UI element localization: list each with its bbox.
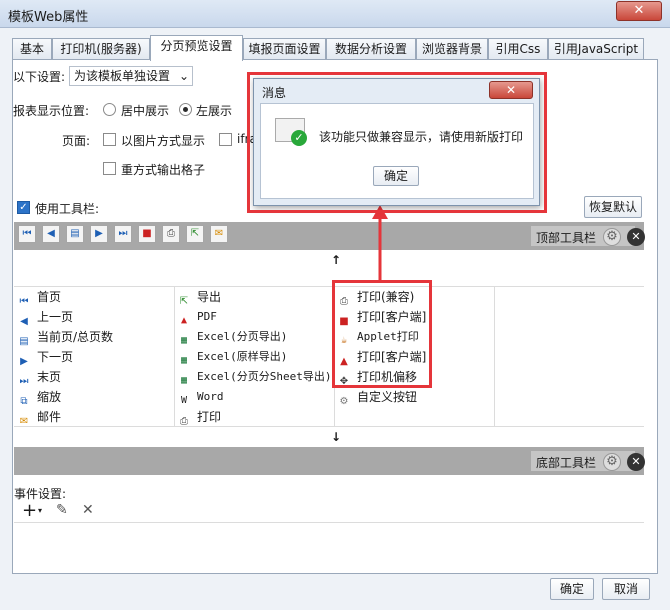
- dialog-highlight-box: [247, 72, 547, 213]
- list-item[interactable]: ⏭ 末页: [17, 367, 62, 387]
- flash-print-icon[interactable]: ■: [138, 225, 156, 243]
- bottom-toolbar-label: 底部工具栏: [536, 456, 597, 470]
- grid-line: [174, 286, 175, 426]
- repeat-grid-label: 重方式输出格子: [121, 163, 206, 177]
- tab-printer-server[interactable]: 打印机(服务器): [52, 38, 150, 60]
- list-item[interactable]: ▦ Excel(原样导出): [177, 347, 287, 367]
- list-item[interactable]: ⚙ 自定义按钮: [337, 387, 418, 407]
- left-radio[interactable]: [179, 103, 192, 116]
- window-close-button[interactable]: ✕: [616, 1, 662, 21]
- item-label: Excel(分页导出): [197, 330, 288, 343]
- item-label: 缩放: [37, 390, 62, 404]
- list-item[interactable]: ◀ 上一页: [17, 307, 73, 327]
- center-radio[interactable]: [103, 103, 116, 116]
- use-toolbar-label: 使用工具栏:: [35, 202, 100, 216]
- list-item[interactable]: W Word: [177, 387, 224, 407]
- pdf-icon: ▲: [180, 315, 188, 326]
- item-label: 打印: [197, 410, 222, 424]
- item-label: 当前页/总页数: [37, 330, 114, 344]
- image-mode-label: 以图片方式显示: [121, 134, 206, 148]
- tab-fill-page[interactable]: 填报页面设置: [243, 38, 326, 60]
- list-item[interactable]: ⧉ 缩放: [17, 387, 61, 407]
- list-item[interactable]: ⏮ 首页: [17, 287, 62, 307]
- word-icon: W: [180, 395, 188, 406]
- scope-select[interactable]: 为该模板单独设置 ⌄: [69, 66, 193, 86]
- grid-line: [14, 426, 644, 427]
- connector-arrow: [372, 205, 388, 281]
- first-page-icon[interactable]: ⏮: [18, 225, 36, 243]
- iframe-checkbox[interactable]: [219, 133, 232, 146]
- cancel-button[interactable]: 取消: [602, 578, 650, 600]
- list-item[interactable]: ⇱ 导出: [177, 287, 221, 307]
- excel-icon: ▦: [180, 375, 188, 386]
- tab-page-preview[interactable]: 分页预览设置: [150, 35, 243, 61]
- restore-default-button[interactable]: 恢复默认: [584, 196, 642, 218]
- item-label: 上一页: [37, 310, 74, 324]
- gear-icon[interactable]: ⚙: [603, 228, 621, 246]
- item-label: Word: [197, 390, 224, 403]
- page-label: 页面:: [62, 134, 91, 148]
- left-label: 左展示: [196, 104, 233, 118]
- arrow-down-icon[interactable]: ↓: [331, 430, 341, 444]
- excel-icon: ▦: [180, 335, 188, 346]
- ok-button[interactable]: 确定: [550, 578, 594, 600]
- delete-icon[interactable]: ✕: [82, 502, 94, 518]
- repeat-grid-checkbox[interactable]: [103, 162, 116, 175]
- scope-select-value: 为该模板单独设置: [74, 69, 171, 83]
- prev-page-icon[interactable]: ◀: [42, 225, 60, 243]
- use-toolbar-checkbox[interactable]: ✓: [17, 201, 30, 214]
- position-label: 报表显示位置:: [13, 104, 90, 118]
- excel-icon: ▦: [180, 355, 188, 366]
- divider: [14, 522, 644, 523]
- image-mode-checkbox[interactable]: [103, 133, 116, 146]
- last-page-icon[interactable]: ⏭: [114, 225, 132, 243]
- item-label: 下一页: [37, 350, 74, 364]
- print-icon[interactable]: ⎙: [162, 225, 180, 243]
- scope-label: 以下设置:: [13, 70, 66, 84]
- tab-basic[interactable]: 基本: [12, 38, 52, 60]
- list-item[interactable]: ▦ Excel(分页导出): [177, 327, 287, 347]
- item-label: 导出: [197, 290, 222, 304]
- list-item[interactable]: ▦ Excel(分页分Sheet导出): [177, 367, 332, 387]
- tab-javascript[interactable]: 引用JavaScript: [548, 38, 644, 60]
- close-icon[interactable]: ✕: [627, 453, 645, 471]
- item-label: 首页: [37, 290, 62, 304]
- close-icon[interactable]: ✕: [627, 228, 645, 246]
- next-page-icon[interactable]: ▶: [90, 225, 108, 243]
- item-label: 自定义按钮: [357, 390, 418, 404]
- item-label: 邮件: [37, 410, 62, 424]
- chevron-down-icon: ⌄: [178, 69, 189, 83]
- chevron-down-icon[interactable]: ▾: [38, 506, 42, 515]
- tab-browser-bg[interactable]: 浏览器背景: [416, 38, 488, 60]
- list-item[interactable]: ▤ 当前页/总页数: [17, 327, 113, 347]
- item-label: Excel(分页分Sheet导出): [197, 370, 332, 383]
- custom-button-icon: ⚙: [339, 396, 349, 407]
- edit-icon[interactable]: ✎: [56, 502, 68, 518]
- highlight-box: [332, 280, 432, 388]
- top-toolbar-label: 顶部工具栏: [536, 231, 597, 245]
- list-item[interactable]: ▶ 下一页: [17, 347, 73, 367]
- add-icon[interactable]: +: [22, 500, 37, 521]
- list-item[interactable]: ⎙ 打印: [177, 407, 221, 427]
- list-item[interactable]: ▲ PDF: [177, 307, 217, 327]
- tab-bar: 基本 打印机(服务器) 分页预览设置 填报页面设置 数据分析设置 浏览器背景 引…: [12, 35, 658, 61]
- tab-data-analysis[interactable]: 数据分析设置: [326, 38, 416, 60]
- tab-css[interactable]: 引用Css: [488, 38, 548, 60]
- list-item[interactable]: ✉ 邮件: [17, 407, 61, 427]
- title-bar: 模板Web属性 ✕: [0, 0, 670, 28]
- gear-icon[interactable]: ⚙: [603, 453, 621, 471]
- grid-line: [14, 286, 644, 287]
- item-label: PDF: [197, 310, 217, 323]
- export-icon[interactable]: ⇱: [186, 225, 204, 243]
- item-label: Excel(原样导出): [197, 350, 288, 363]
- page-count-icon[interactable]: ▤: [66, 225, 84, 243]
- center-label: 居中展示: [121, 104, 170, 118]
- grid-line: [494, 286, 495, 426]
- arrow-up-icon[interactable]: ↑: [331, 253, 341, 267]
- mail-icon: ✉: [19, 416, 29, 427]
- item-label: 末页: [37, 370, 62, 384]
- mail-icon[interactable]: ✉: [210, 225, 228, 243]
- print-icon: ⎙: [180, 416, 188, 427]
- window-title: 模板Web属性: [8, 10, 89, 25]
